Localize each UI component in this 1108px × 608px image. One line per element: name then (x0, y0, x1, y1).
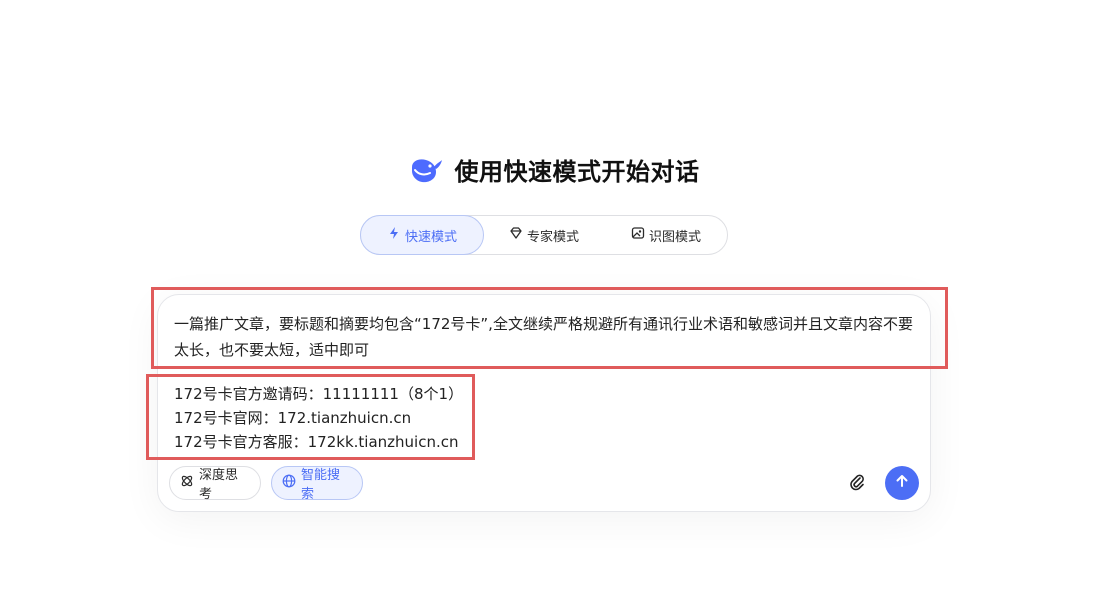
page-title: 使用快速模式开始对话 (454, 158, 700, 186)
globe-icon (282, 474, 296, 492)
info-lines: 172号卡官方邀请码：11111111（8个1） 172号卡官网：172.tia… (174, 382, 463, 454)
image-icon (631, 226, 645, 244)
mode-expert-button[interactable]: 专家模式 (484, 215, 604, 255)
info-line-website: 172号卡官网：172.tianzhuicn.cn (174, 409, 412, 427)
mode-image-button[interactable]: 识图模式 (606, 215, 726, 255)
smart-search-button[interactable]: 智能搜索 (271, 466, 363, 502)
arrow-up-icon (894, 473, 910, 493)
smart-search-label: 智能搜索 (301, 468, 341, 502)
send-button[interactable] (885, 466, 919, 500)
mode-image-label: 识图模式 (648, 229, 701, 245)
page: 使用快速模式开始对话 快速模式 专家模式 识图模式 一篇推广文章，要标题和摘要均… (0, 0, 1108, 608)
mode-fast-label: 快速模式 (404, 229, 457, 245)
diamond-icon (509, 226, 523, 244)
deep-think-label: 深度思考 (199, 468, 239, 502)
prompt-input[interactable]: 一篇推广文章，要标题和摘要均包含“172号卡”,全文继续严格规避所有通讯行业术语… (174, 311, 916, 363)
atom-icon (180, 474, 194, 492)
mode-switch: 快速模式 专家模式 识图模式 (360, 215, 728, 255)
info-line-service: 172号卡官方客服：172kk.tianzhuicn.cn (174, 433, 459, 451)
title-row: 使用快速模式开始对话 (0, 152, 1108, 187)
info-line-invite-code: 172号卡官方邀请码：11111111（8个1） (174, 385, 464, 403)
paperclip-icon[interactable] (846, 472, 868, 494)
mode-fast-button[interactable]: 快速模式 (360, 215, 484, 255)
mode-expert-label: 专家模式 (526, 229, 579, 245)
deep-think-button[interactable]: 深度思考 (169, 466, 261, 502)
bolt-icon (387, 226, 401, 244)
whale-logo-icon (409, 155, 443, 185)
